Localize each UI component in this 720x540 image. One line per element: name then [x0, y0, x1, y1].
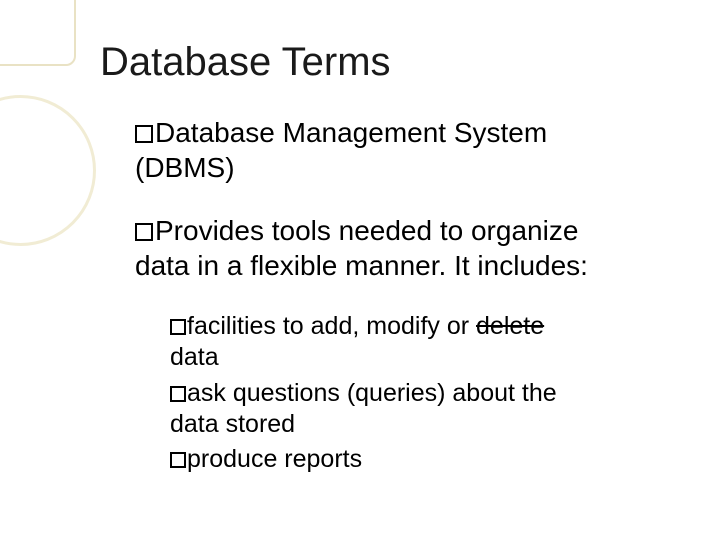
- bullet-provides: Provides tools needed to organize data i…: [135, 213, 660, 283]
- square-bullet-icon: [170, 319, 186, 335]
- subbullet-questions-line1: ask questions (queries) about the: [187, 379, 557, 407]
- subbullet-facilities-line2: data: [170, 343, 219, 371]
- bullet-provides-line2: data in a flexible manner. It includes:: [135, 250, 588, 281]
- subbullet-reports-text: produce reports: [187, 445, 362, 473]
- square-bullet-icon: [135, 125, 153, 143]
- square-bullet-icon: [170, 386, 186, 402]
- bullet-dbms-line2: (DBMS): [135, 152, 235, 183]
- slide-title: Database Terms: [100, 40, 660, 85]
- subbullet-facilities: facilities to add, modify or delete data: [170, 311, 660, 374]
- square-bullet-icon: [135, 223, 153, 241]
- subbullet-questions-line2: data stored: [170, 410, 295, 438]
- slide-content: Database Terms Database Management Syste…: [0, 0, 720, 540]
- subbullet-reports: produce reports: [170, 444, 660, 475]
- subbullet-facilities-text: facilities to add, modify or: [187, 312, 476, 340]
- bullet-dbms-line1: Database Management System: [155, 117, 547, 148]
- subbullet-questions: ask questions (queries) about the data s…: [170, 378, 660, 441]
- subbullet-facilities-strike: delete: [476, 312, 544, 340]
- bullet-dbms: Database Management System (DBMS): [135, 115, 660, 185]
- square-bullet-icon: [170, 452, 186, 468]
- bullet-provides-line1: Provides tools needed to organize: [155, 215, 578, 246]
